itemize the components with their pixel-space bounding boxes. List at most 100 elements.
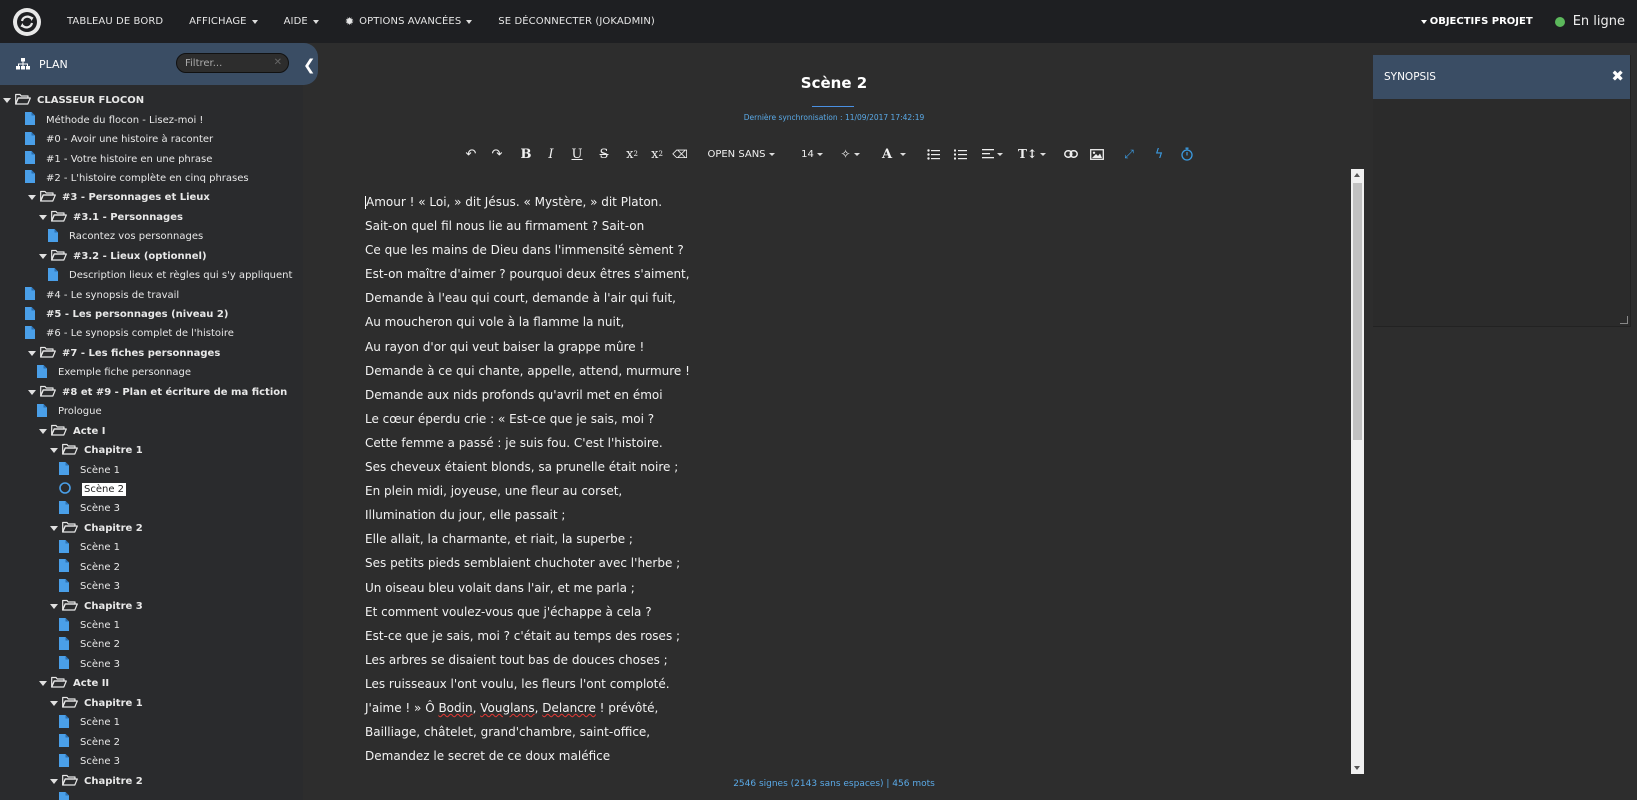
text-line[interactable]: Cette femme a passé : je suis fou. C'est… <box>365 431 1285 455</box>
text-line[interactable]: En plein midi, joyeuse, une fleur au cor… <box>365 479 1285 503</box>
text-line[interactable]: Demande aux nids profonds qu'avril met e… <box>365 383 1285 407</box>
tree-folder[interactable]: Acte II <box>0 674 303 693</box>
app-logo-icon[interactable] <box>13 7 41 36</box>
text-line[interactable]: Demande à ce qui chante, appelle, attend… <box>365 359 1285 383</box>
italic-icon[interactable]: I <box>545 143 557 165</box>
objectifs-projet-button[interactable]: OBJECTIFS PROJET <box>1420 16 1533 27</box>
tree-item[interactable]: Scène 1 <box>0 538 303 557</box>
text-line[interactable]: Au moucheron qui vole à la flamme la nui… <box>365 310 1285 334</box>
underline-icon[interactable]: U <box>570 143 584 165</box>
bullet-list-icon[interactable] <box>925 143 941 165</box>
expand-caret-icon[interactable] <box>39 681 47 687</box>
filter-field[interactable]: ✕ <box>176 53 289 73</box>
fullscreen-icon[interactable]: ⤢ <box>1121 143 1137 165</box>
undo-icon[interactable]: ↶ <box>463 143 479 165</box>
text-line[interactable]: J'aime ! » Ô Bodin, Vouglans, Delancre !… <box>365 696 1285 720</box>
close-icon[interactable]: ✖ <box>1611 67 1624 85</box>
nav-options-avancees[interactable]: ✹ OPTIONS AVANCÉES <box>345 15 473 28</box>
image-icon[interactable] <box>1089 143 1105 165</box>
expand-caret-icon[interactable] <box>28 389 36 395</box>
numbered-list-icon[interactable] <box>952 143 968 165</box>
nav-aide[interactable]: AIDE <box>284 16 319 27</box>
expand-caret-icon[interactable] <box>50 603 58 609</box>
tree-folder[interactable]: #3.1 - Personnages <box>0 208 303 227</box>
text-color-icon[interactable]: A <box>879 143 909 165</box>
expand-caret-icon[interactable] <box>28 195 36 201</box>
tree-item[interactable]: Scène 3 <box>0 752 303 771</box>
tree-item[interactable]: #5 - Les personnages (niveau 2) <box>0 305 303 324</box>
lightning-icon[interactable]: ϟ <box>1151 143 1167 165</box>
scroll-up-icon[interactable] <box>1354 173 1360 177</box>
tree-item[interactable] <box>0 791 303 800</box>
expand-caret-icon[interactable] <box>39 253 47 259</box>
font-size-select[interactable]: 14 <box>800 143 824 165</box>
scroll-down-icon[interactable] <box>1354 766 1360 770</box>
tree-folder[interactable]: Chapitre 2 <box>0 771 303 790</box>
align-icon[interactable] <box>980 143 1004 165</box>
editor-scrollbar[interactable] <box>1351 169 1364 774</box>
text-line[interactable]: Ses petits pieds semblaient chuchoter av… <box>365 551 1285 575</box>
strikethrough-icon[interactable]: S <box>597 143 611 165</box>
tree-item[interactable]: Exemple fiche personnage <box>0 363 303 382</box>
tree-item[interactable]: Scène 3 <box>0 499 303 518</box>
text-line[interactable]: Bailliage, châtelet, grand'chambre, sain… <box>365 720 1285 744</box>
tree-item[interactable]: Racontez vos personnages <box>0 227 303 246</box>
tree-item[interactable]: #0 - Avoir une histoire à raconter <box>0 130 303 149</box>
text-line[interactable]: Elle allait, la charmante, et riait, la … <box>365 527 1285 551</box>
magic-wand-icon[interactable]: ✧ <box>838 143 862 165</box>
scene-title[interactable]: Scène 2 <box>303 74 1365 92</box>
subscript-icon[interactable]: x2 <box>648 143 666 165</box>
bold-icon[interactable]: B <box>519 143 533 165</box>
tree-folder[interactable]: CLASSEUR FLOCON <box>0 91 303 110</box>
tree-item[interactable]: Scène 3 <box>0 577 303 596</box>
nav-affichage[interactable]: AFFICHAGE <box>189 16 258 27</box>
text-line[interactable]: Sait-on quel fil nous lie au firmament ?… <box>365 214 1285 238</box>
tree-folder[interactable]: #3 - Personnages et Lieux <box>0 188 303 207</box>
tree-item[interactable]: Scène 2 <box>0 558 303 577</box>
tree-item[interactable]: Description lieux et règles qui s'y appl… <box>0 266 303 285</box>
expand-caret-icon[interactable] <box>50 778 58 784</box>
tree-item[interactable]: Scène 1 <box>0 713 303 732</box>
expand-caret-icon[interactable] <box>50 448 58 454</box>
tree-item[interactable]: #6 - Le synopsis complet de l'histoire <box>0 324 303 343</box>
tree-item[interactable]: Méthode du flocon - Lisez-moi ! <box>0 110 303 129</box>
resize-grip-icon[interactable] <box>1620 316 1628 324</box>
text-line[interactable]: Les arbres se disaient tout bas de douce… <box>365 648 1285 672</box>
tree-folder[interactable]: #8 et #9 - Plan et écriture de ma fictio… <box>0 383 303 402</box>
text-height-icon[interactable]: T↕ <box>1018 143 1046 165</box>
tree-item[interactable]: #2 - L'histoire complète en cinq phrases <box>0 169 303 188</box>
text-line[interactable]: Les ruisseaux l'ont voulu, les fleurs l'… <box>365 672 1285 696</box>
text-line[interactable]: Illumination du jour, elle passait ; <box>365 503 1285 527</box>
scrollbar-thumb[interactable] <box>1353 183 1362 440</box>
tree-folder[interactable]: #7 - Les fiches personnages <box>0 344 303 363</box>
tree-folder[interactable]: Chapitre 2 <box>0 519 303 538</box>
tree-item[interactable]: Scène 2 <box>0 635 303 654</box>
tree-item[interactable]: Scène 3 <box>0 655 303 674</box>
synopsis-textarea[interactable] <box>1373 99 1630 327</box>
tree-item[interactable]: #4 - Le synopsis de travail <box>0 285 303 304</box>
text-line[interactable]: Est-ce que je sais, moi ? c'était au tem… <box>365 624 1285 648</box>
font-family-select[interactable]: OPEN SANS <box>706 143 776 165</box>
tree-folder[interactable]: Acte I <box>0 421 303 440</box>
text-line[interactable]: Demande à l'eau qui court, demande à l'a… <box>365 286 1285 310</box>
text-line[interactable]: Ce que les mains de Dieu dans l'immensit… <box>365 238 1285 262</box>
tree-item[interactable]: Scène 2 <box>0 732 303 751</box>
tree-item[interactable]: Scène 2 <box>0 480 303 499</box>
tree-folder[interactable]: #3.2 - Lieux (optionnel) <box>0 247 303 266</box>
text-line[interactable]: Le cœur éperdu crie : « Est-ce que je sa… <box>365 407 1285 431</box>
tree-folder[interactable]: Chapitre 3 <box>0 596 303 615</box>
text-line[interactable]: Demandez le secret de ce doux maléfice <box>365 744 1285 768</box>
spelling-error[interactable]: Delancre <box>542 701 596 715</box>
text-line[interactable]: Amour ! « Loi, » dit Jésus. « Mystère, »… <box>365 190 1285 214</box>
tree-item[interactable]: Scène 1 <box>0 460 303 479</box>
superscript-icon[interactable]: x2 <box>623 143 641 165</box>
spelling-error[interactable]: Vouglans <box>480 701 534 715</box>
text-line[interactable]: Et comment voulez-vous que j'échappe à c… <box>365 600 1285 624</box>
redo-icon[interactable]: ↷ <box>489 143 505 165</box>
stopwatch-icon[interactable] <box>1179 143 1195 165</box>
expand-caret-icon[interactable] <box>39 428 47 434</box>
tree-item[interactable]: Prologue <box>0 402 303 421</box>
tree-folder[interactable]: Chapitre 1 <box>0 441 303 460</box>
filter-input[interactable] <box>185 57 265 69</box>
expand-caret-icon[interactable] <box>50 700 58 706</box>
